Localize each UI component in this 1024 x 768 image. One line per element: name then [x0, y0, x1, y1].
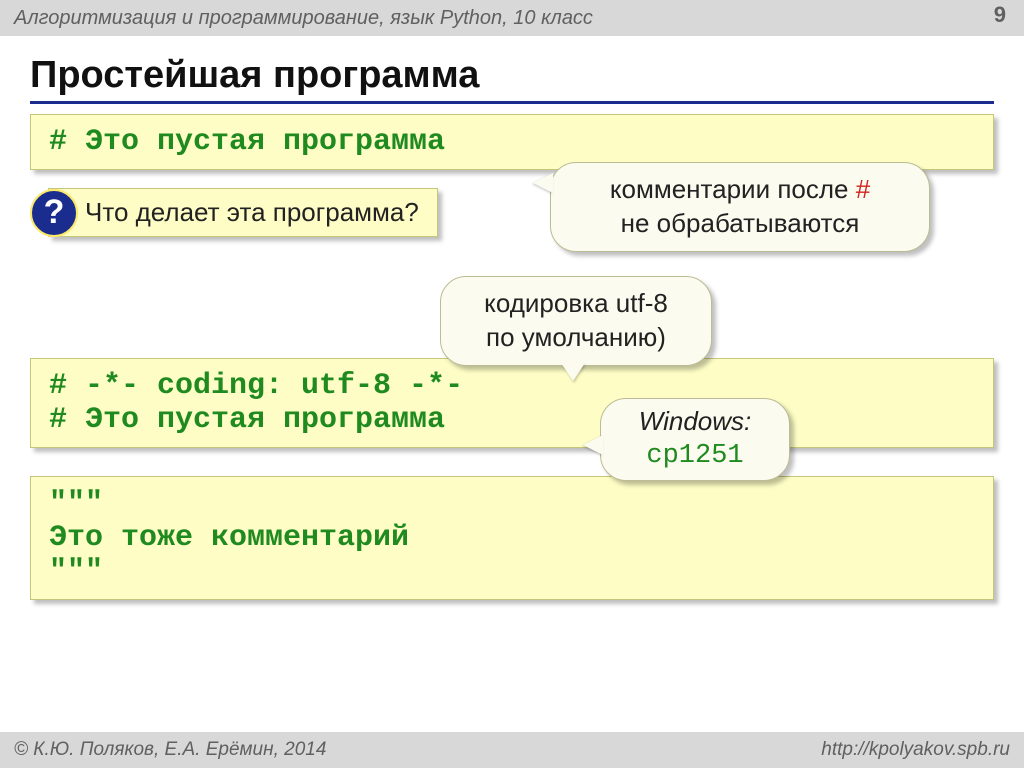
callout-line: не обрабатываются [573, 207, 907, 241]
callout-windows-label: Windows: [619, 405, 771, 439]
footer-url: http://kpolyakov.spb.ru [821, 739, 1010, 761]
code-line: # Это пустая программа [49, 403, 975, 437]
callout-tail-icon [583, 435, 603, 455]
callout-comments: комментарии после # не обрабатываются [550, 162, 930, 252]
slide-title: Простейшая программа [30, 54, 994, 104]
header-subject: Алгоритмизация и программирование, язык … [14, 7, 593, 30]
code-box-3: """ Это тоже комментарий """ [30, 476, 994, 600]
question-box: Что делает эта программа? [48, 188, 438, 237]
hash-symbol: # [856, 174, 870, 204]
callout-windows-value: cp1251 [619, 439, 771, 474]
code-line: Это тоже комментарий [49, 521, 975, 555]
callout-tail-icon [533, 173, 553, 193]
slide: Алгоритмизация и программирование, язык … [0, 0, 1024, 768]
code-line: # -*- coding: utf-8 -*- [49, 369, 975, 403]
callout-utf8: кодировка utf-8 по умолчанию) [440, 276, 712, 366]
page-number: 9 [994, 2, 1006, 28]
footer-authors: © К.Ю. Поляков, Е.А. Ерёмин, 2014 [14, 739, 326, 761]
callout-line: кодировка utf-8 [463, 287, 689, 321]
code-line: """ [49, 555, 975, 589]
header-bar: Алгоритмизация и программирование, язык … [0, 0, 1024, 36]
callout-tail-icon [561, 363, 585, 381]
code-line: """ [49, 487, 975, 521]
footer-bar: © К.Ю. Поляков, Е.А. Ерёмин, 2014 http:/… [0, 732, 1024, 768]
callout-line: по умолчанию) [463, 321, 689, 355]
callout-windows: Windows: cp1251 [600, 398, 790, 481]
code-box-2: # -*- coding: utf-8 -*- # Это пустая про… [30, 358, 994, 448]
code-line: # Это пустая программа [49, 125, 975, 159]
callout-text: комментарии после [610, 174, 856, 204]
question-mark-icon: ? [30, 189, 78, 237]
question-block: ? Что делает эта программа? [30, 188, 438, 237]
callout-line: комментарии после # [573, 173, 907, 207]
